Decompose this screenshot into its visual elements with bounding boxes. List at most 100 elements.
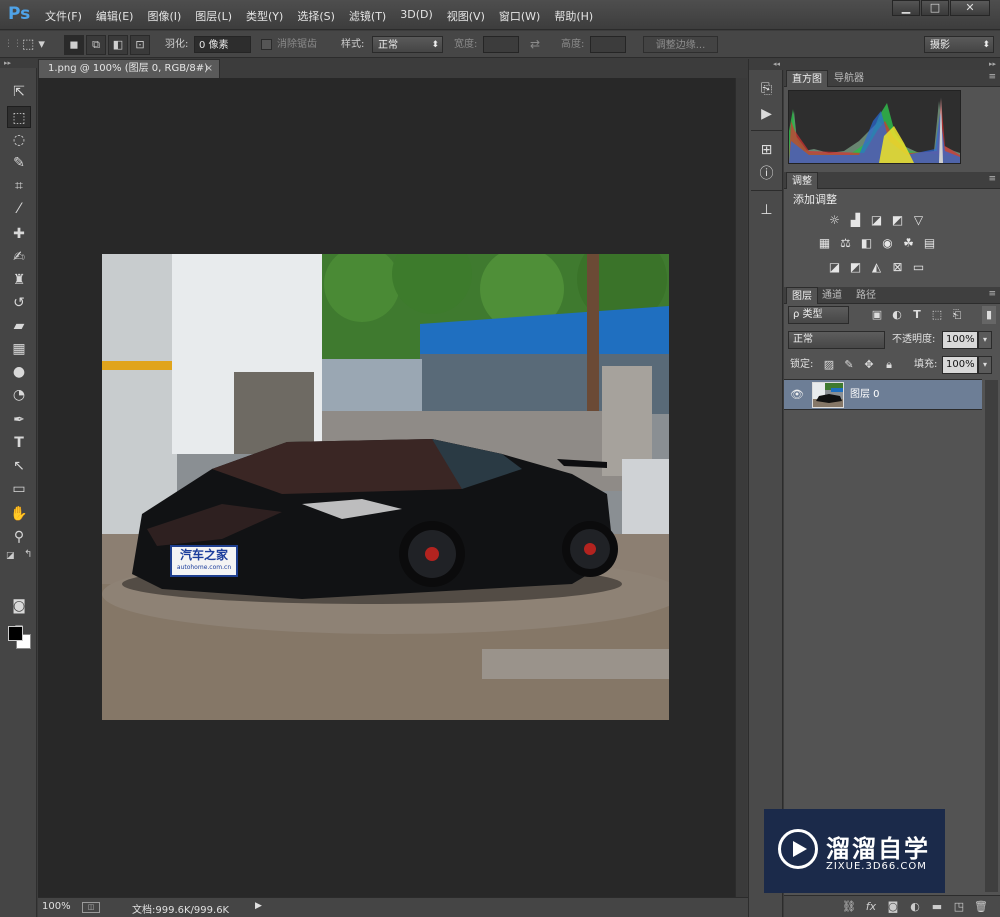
swap-icon[interactable]: ⇄ bbox=[530, 36, 540, 53]
tab-channels[interactable]: 通道 bbox=[817, 287, 847, 304]
filter-shape-icon[interactable]: ⬚ bbox=[930, 306, 944, 324]
new-layer-icon[interactable]: ◳ bbox=[948, 900, 970, 913]
menu-image[interactable]: 图像(I) bbox=[140, 8, 188, 24]
close-button[interactable]: ✕ bbox=[950, 0, 990, 16]
maximize-button[interactable]: □ bbox=[921, 0, 949, 16]
tool-presets-icon[interactable]: ⊥ bbox=[754, 199, 779, 221]
menu-select[interactable]: 选择(S) bbox=[290, 8, 342, 24]
dodge-tool-icon[interactable]: ◔ bbox=[7, 384, 31, 406]
crop-tool-icon[interactable]: ⌗ bbox=[7, 175, 31, 197]
marquee-preset-icon[interactable]: ⬚ ▾ bbox=[22, 36, 45, 53]
height-input[interactable] bbox=[590, 36, 626, 53]
menu-type[interactable]: 类型(Y) bbox=[239, 8, 290, 24]
history-panel-icon[interactable]: ⎘ bbox=[754, 78, 779, 100]
style-select[interactable]: 正常 bbox=[372, 36, 443, 54]
hand-tool-icon[interactable]: ✋ bbox=[7, 503, 31, 525]
move-tool-icon[interactable]: ⇱ bbox=[7, 81, 31, 103]
lock-transparent-icon[interactable]: ▨ bbox=[822, 356, 836, 374]
path-select-tool-icon[interactable]: ↖ bbox=[7, 455, 31, 477]
intersect-selection-icon[interactable]: ⊡ bbox=[130, 35, 150, 55]
tab-paths[interactable]: 路径 bbox=[851, 287, 881, 304]
panels-collapse-icon[interactable]: ▸▸ bbox=[784, 59, 1000, 70]
dock-collapse-icon[interactable]: ◂◂ bbox=[749, 59, 784, 70]
history-brush-tool-icon[interactable]: ↺ bbox=[7, 292, 31, 314]
menu-help[interactable]: 帮助(H) bbox=[547, 8, 600, 24]
swap-colors-icon[interactable]: ↰ bbox=[24, 549, 32, 560]
minimize-button[interactable]: ▁ bbox=[892, 0, 920, 16]
brush-presets-icon[interactable]: ⊞ bbox=[754, 139, 779, 161]
threshold-icon[interactable]: ◭ bbox=[866, 257, 887, 278]
antialias-checkbox[interactable] bbox=[261, 39, 272, 50]
filter-adjustment-icon[interactable]: ◐ bbox=[890, 306, 904, 324]
document-tab[interactable]: 1.png @ 100% (图层 0, RGB/8#) × bbox=[38, 59, 220, 78]
info-panel-icon[interactable]: ⓘ bbox=[754, 163, 779, 185]
workspace-select[interactable]: 摄影 bbox=[924, 36, 994, 54]
tab-layers[interactable]: 图层 bbox=[786, 287, 818, 304]
rectangle-tool-icon[interactable]: ▭ bbox=[7, 478, 31, 500]
layer-filter-select[interactable]: ρ 类型 bbox=[788, 306, 849, 324]
lock-all-icon[interactable]: 🔒︎ bbox=[882, 356, 896, 374]
curves-icon[interactable]: ◪ bbox=[866, 210, 887, 231]
status-menu-icon[interactable]: ▶ bbox=[255, 901, 262, 911]
filter-type-icon[interactable]: T bbox=[910, 306, 924, 324]
photo-filter-icon[interactable]: ◉ bbox=[877, 233, 898, 254]
marquee-tool-icon[interactable]: ⬚ bbox=[7, 106, 31, 128]
refine-edge-button[interactable]: 调整边缘... bbox=[643, 36, 718, 53]
subtract-selection-icon[interactable]: ◧ bbox=[108, 35, 128, 55]
histogram-panel-menu-icon[interactable]: ≡ bbox=[988, 72, 996, 82]
new-selection-icon[interactable]: ◼ bbox=[64, 35, 84, 55]
menu-edit[interactable]: 编辑(E) bbox=[89, 8, 141, 24]
default-colors-icon[interactable]: ◪ bbox=[6, 551, 15, 561]
fill-input[interactable]: 100% bbox=[942, 356, 978, 374]
add-mask-icon[interactable]: ◙ bbox=[882, 900, 904, 913]
lock-image-icon[interactable]: ✎ bbox=[842, 356, 856, 374]
link-layers-icon[interactable]: ⛓ bbox=[838, 900, 860, 913]
channel-mixer-icon[interactable]: ☘ bbox=[898, 233, 919, 254]
eyedropper-tool-icon[interactable]: ⁄ bbox=[7, 198, 31, 220]
gradient-tool-icon[interactable]: ▦ bbox=[7, 338, 31, 360]
hue-saturation-icon[interactable]: ▦ bbox=[814, 233, 835, 254]
menu-3d[interactable]: 3D(D) bbox=[393, 8, 440, 24]
document-preview-icon[interactable]: ◫ bbox=[82, 902, 100, 913]
gradient-map-icon[interactable]: ▭ bbox=[908, 257, 929, 278]
actions-panel-icon[interactable]: ▶ bbox=[754, 103, 779, 125]
canvas-vertical-scrollbar[interactable] bbox=[735, 78, 747, 897]
pen-tool-icon[interactable]: ✒ bbox=[7, 409, 31, 431]
menu-file[interactable]: 文件(F) bbox=[38, 8, 89, 24]
filter-pixel-icon[interactable]: ▣ bbox=[870, 306, 884, 324]
filter-toggle-icon[interactable]: ▮ bbox=[982, 306, 996, 324]
visibility-eye-icon[interactable]: 👁︎ bbox=[790, 380, 804, 409]
tab-adjustments[interactable]: 调整 bbox=[786, 172, 818, 189]
exposure-icon[interactable]: ◩ bbox=[887, 210, 908, 231]
clone-stamp-tool-icon[interactable]: ♜ bbox=[7, 269, 31, 291]
feather-input[interactable]: 0 像素 bbox=[194, 36, 251, 53]
brush-tool-icon[interactable]: ✍ bbox=[7, 246, 31, 268]
healing-brush-tool-icon[interactable]: ✚ bbox=[7, 223, 31, 245]
adjustments-panel-menu-icon[interactable]: ≡ bbox=[988, 174, 996, 184]
filter-smart-object-icon[interactable]: ⎗ bbox=[950, 306, 964, 324]
lasso-tool-icon[interactable]: ◌ bbox=[7, 129, 31, 151]
close-tab-icon[interactable]: × bbox=[205, 60, 213, 78]
layers-panel-menu-icon[interactable]: ≡ bbox=[988, 289, 996, 299]
opacity-dropdown-icon[interactable]: ▾ bbox=[978, 331, 992, 349]
width-input[interactable] bbox=[483, 36, 519, 53]
layer-style-icon[interactable]: fx bbox=[860, 900, 882, 913]
delete-layer-icon[interactable]: 🗑︎ bbox=[970, 900, 992, 913]
blur-tool-icon[interactable]: ● bbox=[7, 361, 31, 383]
invert-icon[interactable]: ◪ bbox=[824, 257, 845, 278]
layers-scrollbar[interactable] bbox=[985, 380, 998, 892]
selective-color-icon[interactable]: ⊠ bbox=[887, 257, 908, 278]
color-balance-icon[interactable]: ⚖ bbox=[835, 233, 856, 254]
toolbox-grip[interactable]: ▸▸ bbox=[0, 59, 37, 68]
fill-dropdown-icon[interactable]: ▾ bbox=[978, 356, 992, 374]
menu-layer[interactable]: 图层(L) bbox=[188, 8, 239, 24]
layer-name[interactable]: 图层 0 bbox=[850, 380, 880, 409]
lock-position-icon[interactable]: ✥ bbox=[862, 356, 876, 374]
menu-view[interactable]: 视图(V) bbox=[440, 8, 492, 24]
zoom-level[interactable]: 100% bbox=[42, 901, 71, 912]
posterize-icon[interactable]: ◩ bbox=[845, 257, 866, 278]
quick-select-tool-icon[interactable]: ✎ bbox=[7, 152, 31, 174]
color-lookup-icon[interactable]: ▤ bbox=[919, 233, 940, 254]
tab-navigator[interactable]: 导航器 bbox=[829, 70, 869, 87]
new-group-icon[interactable]: ▬ bbox=[926, 900, 948, 913]
